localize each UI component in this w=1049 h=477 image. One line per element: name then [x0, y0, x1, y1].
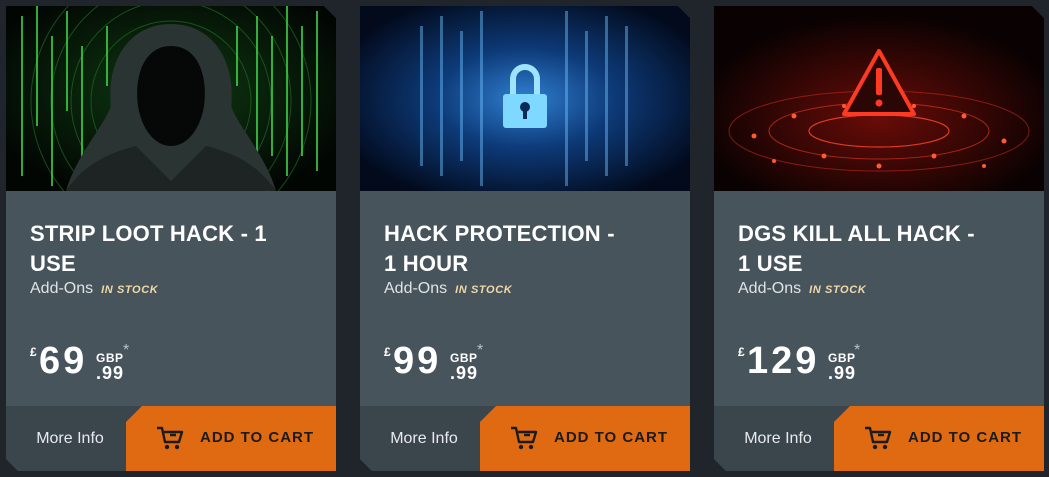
stock-badge: IN STOCK — [455, 284, 513, 296]
price-asterisk: * — [123, 342, 130, 359]
product-card: STRIP LOOT HACK - 1 USE Add-Ons IN STOCK… — [6, 6, 336, 471]
stock-badge: IN STOCK — [101, 284, 159, 296]
shopping-cart-icon — [865, 426, 892, 450]
add-to-cart-button[interactable]: ADD TO CART — [480, 406, 690, 471]
category-row: Add-Ons IN STOCK — [384, 280, 512, 298]
add-to-cart-button[interactable]: ADD TO CART — [126, 406, 336, 471]
product-category: Add-Ons — [30, 280, 94, 297]
price-cents: .99 — [828, 363, 857, 383]
card-footer: More Info ADD TO CART — [6, 406, 336, 471]
category-row: Add-Ons IN STOCK — [30, 280, 158, 298]
price-asterisk: * — [854, 342, 861, 359]
price-whole: 99 — [393, 340, 442, 382]
product-price: £ 99 GBP .99 * — [384, 339, 584, 387]
product-category: Add-Ons — [738, 280, 802, 297]
add-to-cart-label: ADD TO CART — [200, 429, 315, 446]
product-category: Add-Ons — [384, 280, 448, 297]
stock-badge: IN STOCK — [809, 284, 867, 296]
product-title[interactable]: DGS KILL ALL HACK - 1 USE — [738, 219, 978, 279]
red-warning-network-image[interactable] — [714, 6, 1044, 191]
product-price: £ 129 GBP .99 * — [738, 339, 938, 387]
product-title[interactable]: HACK PROTECTION - 1 HOUR — [384, 219, 624, 279]
product-card: DGS KILL ALL HACK - 1 USE Add-Ons IN STO… — [714, 6, 1044, 471]
padlock-security-image[interactable] — [360, 6, 690, 191]
shopping-cart-icon — [511, 426, 538, 450]
category-row: Add-Ons IN STOCK — [738, 280, 866, 298]
price-asterisk: * — [477, 342, 484, 359]
card-footer: More Info ADD TO CART — [360, 406, 690, 471]
shopping-cart-icon — [157, 426, 184, 450]
more-info-button[interactable]: More Info — [360, 406, 480, 471]
price-cents: .99 — [96, 363, 125, 383]
more-info-button[interactable]: More Info — [714, 406, 834, 471]
add-to-cart-label: ADD TO CART — [554, 429, 669, 446]
product-title[interactable]: STRIP LOOT HACK - 1 USE — [30, 219, 270, 279]
price-cents: .99 — [450, 363, 479, 383]
product-card: HACK PROTECTION - 1 HOUR Add-Ons IN STOC… — [360, 6, 690, 471]
product-price: £ 69 GBP .99 * — [30, 339, 230, 387]
price-whole: 129 — [747, 340, 820, 382]
add-to-cart-button[interactable]: ADD TO CART — [834, 406, 1044, 471]
more-info-button[interactable]: More Info — [6, 406, 126, 471]
card-footer: More Info ADD TO CART — [714, 406, 1044, 471]
add-to-cart-label: ADD TO CART — [908, 429, 1023, 446]
currency-symbol: £ — [738, 345, 745, 359]
hooded-hacker-image[interactable] — [6, 6, 336, 191]
price-whole: 69 — [39, 340, 88, 382]
currency-symbol: £ — [384, 345, 391, 359]
currency-symbol: £ — [30, 345, 37, 359]
